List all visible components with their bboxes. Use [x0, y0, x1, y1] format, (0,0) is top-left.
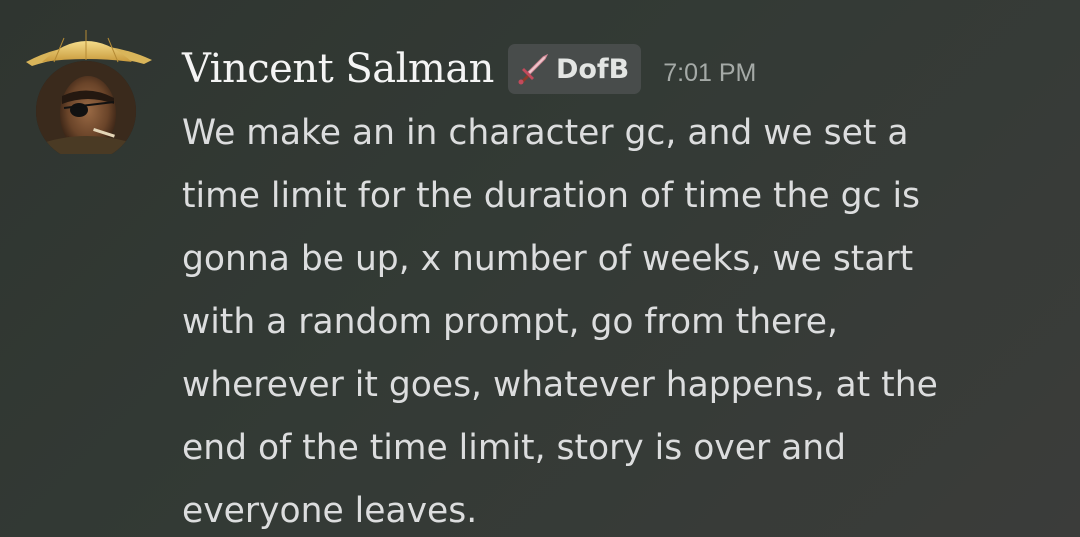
message-line: gonna be up, x number of weeks, we start: [182, 239, 914, 279]
message-line: wherever it goes, whatever happens, at t…: [182, 365, 938, 405]
author-name[interactable]: Vincent Salman: [182, 46, 494, 92]
message-line: everyone leaves.: [182, 491, 478, 531]
role-tag[interactable]: DofB: [507, 44, 642, 94]
message-line: with a random prompt, go from there,: [182, 302, 838, 342]
message-line: We make an in character gc, and we set a: [182, 113, 909, 153]
message-content: We make an in character gc, and we set a…: [182, 102, 1062, 537]
user-avatar[interactable]: [24, 26, 156, 154]
sword-icon: [518, 53, 549, 85]
message-line: time limit for the duration of time the …: [182, 176, 921, 216]
message-line: end of the time limit, story is over and: [182, 428, 847, 468]
message-header: Vincent Salman DofB 7:01 PM: [182, 38, 756, 100]
role-label: DofB: [555, 53, 630, 85]
message-timestamp[interactable]: 7:01 PM: [663, 59, 756, 88]
chat-message: Vincent Salman DofB 7:01 PM We make an i…: [0, 0, 1080, 537]
